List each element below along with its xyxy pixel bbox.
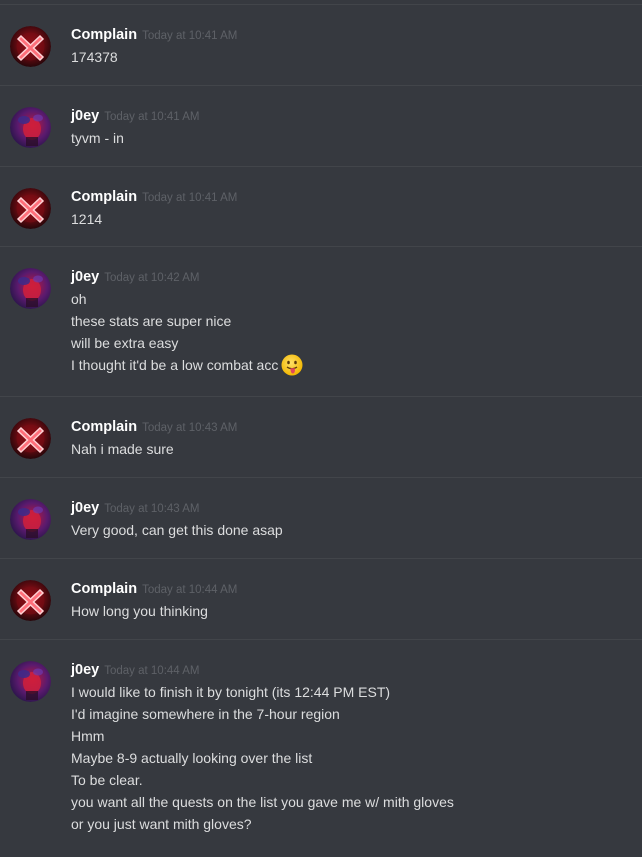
username[interactable]: j0ey (71, 269, 99, 285)
message-text: 174378 (71, 49, 118, 65)
message-header: j0ey Today at 10:41 AM (71, 107, 200, 126)
message-line: tyvm - in (71, 127, 632, 149)
message-line: To be clear. (71, 769, 632, 791)
message-text: I thought it'd be a low combat acc (71, 357, 279, 373)
message-line: How long you thinking (71, 600, 632, 622)
username[interactable]: Complain (71, 189, 137, 205)
timestamp: Today at 10:41 AM (104, 111, 200, 123)
complain-avatar[interactable] (10, 580, 51, 621)
message-group: Complain Today at 10:41 AM 174378 (0, 4, 642, 86)
username[interactable]: Complain (71, 27, 137, 43)
message-line: I would like to finish it by tonight (it… (71, 681, 632, 703)
message-header: Complain Today at 10:43 AM (71, 418, 237, 437)
complain-avatar[interactable] (10, 188, 51, 229)
message-line: I'd imagine somewhere in the 7-hour regi… (71, 703, 632, 725)
timestamp: Today at 10:41 AM (142, 192, 238, 204)
message-line: Very good, can get this done asap (71, 519, 632, 541)
tongue-out-emoji[interactable] (281, 354, 303, 376)
message-text: How long you thinking (71, 603, 208, 619)
message-content: Very good, can get this done asap (71, 519, 632, 541)
message-text: Maybe 8-9 actually looking over the list (71, 750, 313, 766)
message-text: Hmm (71, 728, 105, 744)
timestamp: Today at 10:42 AM (104, 272, 200, 284)
message-line: I thought it'd be a low combat acc (71, 354, 632, 376)
joey-avatar[interactable] (10, 499, 51, 540)
joey-avatar[interactable] (10, 661, 51, 702)
message-line: Hmm (71, 725, 632, 747)
joey-avatar[interactable] (10, 268, 51, 309)
message-group: j0ey Today at 10:44 AM I would like to fin… (0, 639, 642, 857)
message-header: j0ey Today at 10:44 AM (71, 661, 200, 680)
chat-message-list: Complain Today at 10:41 AM 174378 j0ey Toda… (0, 0, 642, 856)
username[interactable]: Complain (71, 419, 137, 435)
message-text: will be extra easy (71, 335, 179, 351)
message-line: these stats are super nice (71, 310, 632, 332)
username[interactable]: j0ey (71, 662, 99, 678)
complain-avatar[interactable] (10, 418, 51, 459)
message-header: Complain Today at 10:41 AM (71, 26, 237, 45)
message-header: Complain Today at 10:44 AM (71, 580, 237, 599)
message-line: or you just want mith gloves? (71, 813, 632, 835)
joey-avatar[interactable] (10, 107, 51, 148)
message-line: 174378 (71, 46, 632, 68)
username[interactable]: j0ey (71, 500, 99, 516)
message-text: I'd imagine somewhere in the 7-hour regi… (71, 706, 340, 722)
message-line: will be extra easy (71, 332, 632, 354)
username[interactable]: Complain (71, 581, 137, 597)
message-text: or you just want mith gloves? (71, 816, 252, 832)
message-line: Maybe 8-9 actually looking over the list (71, 747, 632, 769)
message-group: Complain Today at 10:44 AM How long you th… (0, 558, 642, 640)
message-text: these stats are super nice (71, 313, 232, 329)
message-line: oh (71, 288, 632, 310)
message-header: j0ey Today at 10:43 AM (71, 499, 200, 518)
complain-avatar[interactable] (10, 26, 51, 67)
message-group: j0ey Today at 10:43 AM Very good, can get … (0, 477, 642, 559)
message-content: Nah i made sure (71, 438, 632, 460)
message-content: 1214 (71, 208, 632, 230)
message-group: j0ey Today at 10:41 AM tyvm - in (0, 85, 642, 167)
message-content: tyvm - in (71, 127, 632, 149)
message-line: Nah i made sure (71, 438, 632, 460)
timestamp: Today at 10:44 AM (142, 584, 238, 596)
message-text: I would like to finish it by tonight (it… (71, 684, 391, 700)
message-content: 174378 (71, 46, 632, 68)
message-text: Very good, can get this done asap (71, 522, 283, 538)
message-line: you want all the quests on the list you … (71, 791, 632, 813)
timestamp: Today at 10:41 AM (142, 30, 238, 42)
message-text: oh (71, 291, 87, 307)
message-header: Complain Today at 10:41 AM (71, 188, 237, 207)
username[interactable]: j0ey (71, 108, 99, 124)
timestamp: Today at 10:43 AM (142, 422, 238, 434)
message-text: you want all the quests on the list you … (71, 794, 454, 810)
timestamp: Today at 10:43 AM (104, 503, 200, 515)
message-line: 1214 (71, 208, 632, 230)
message-header: j0ey Today at 10:42 AM (71, 268, 200, 287)
message-text: To be clear. (71, 772, 143, 788)
message-group: j0ey Today at 10:42 AM oh these stats are s… (0, 246, 642, 397)
message-content: oh these stats are super nice will be extr… (71, 288, 632, 376)
message-content: I would like to finish it by tonight (it… (71, 681, 632, 835)
timestamp: Today at 10:44 AM (104, 665, 200, 677)
message-text: 1214 (71, 211, 103, 227)
message-group: Complain Today at 10:41 AM 1214 (0, 166, 642, 247)
message-text: Nah i made sure (71, 441, 174, 457)
message-content: How long you thinking (71, 600, 632, 622)
message-group: Complain Today at 10:43 AM Nah i made sure (0, 396, 642, 478)
message-text: tyvm - in (71, 130, 124, 146)
